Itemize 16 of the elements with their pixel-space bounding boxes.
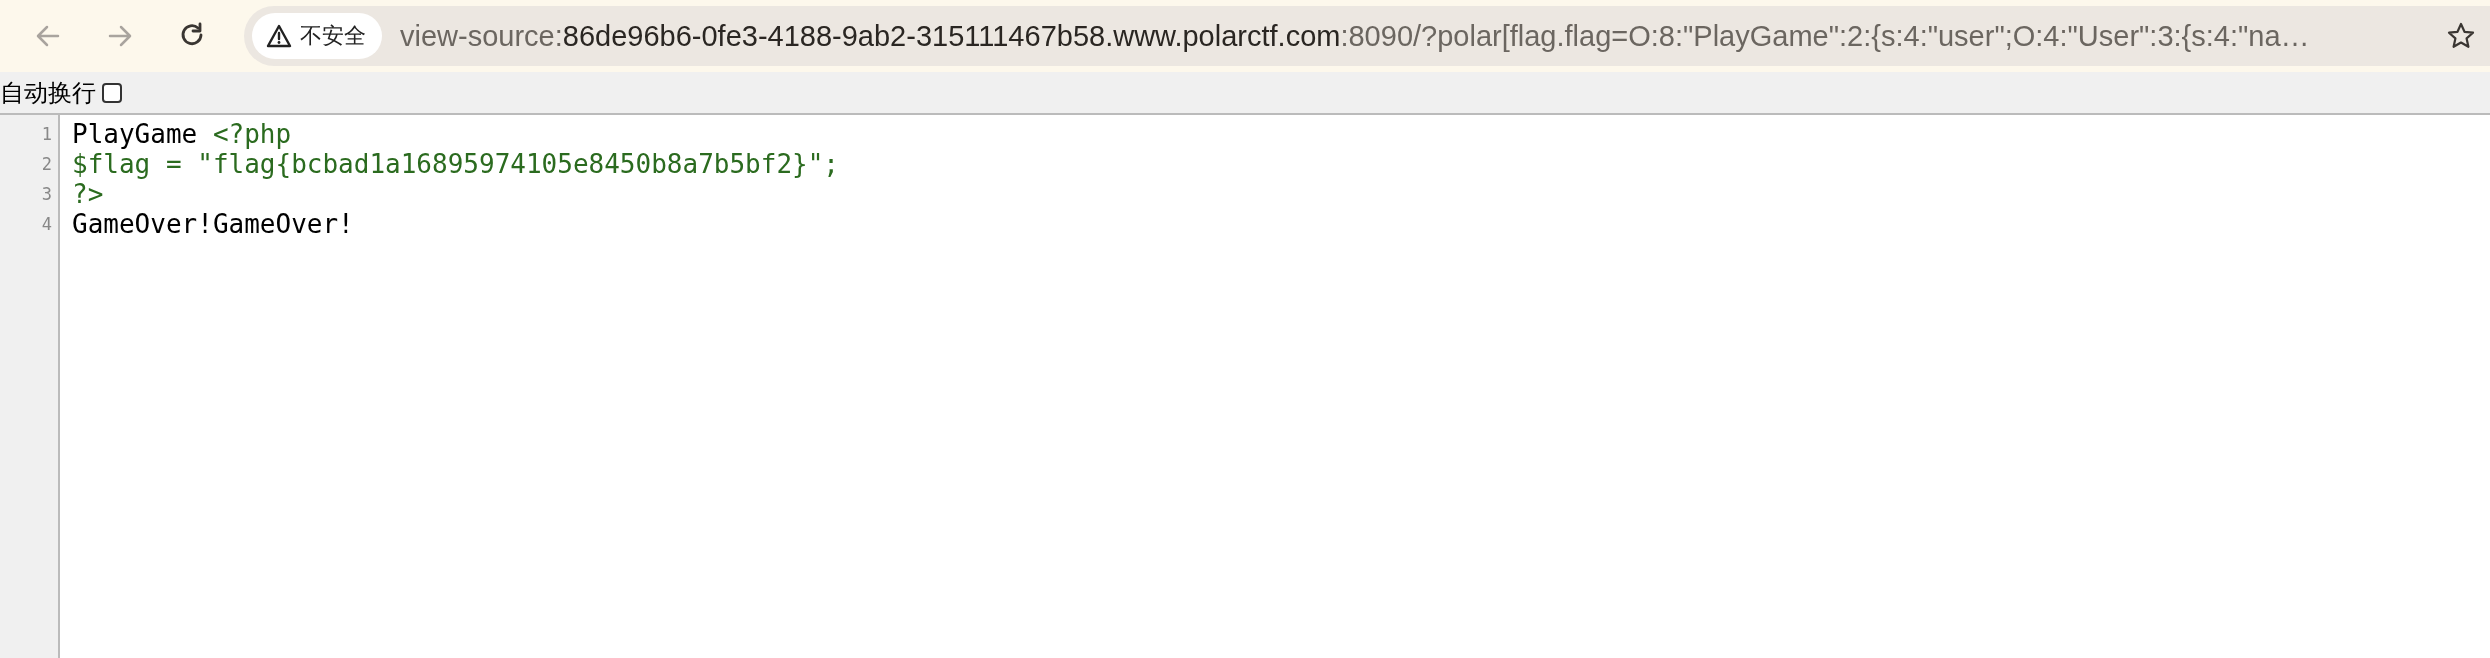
security-chip[interactable]: 不安全	[252, 13, 382, 59]
wrap-checkbox[interactable]	[102, 82, 122, 103]
code-line: $flag = "flag{bcbad1a16895974105e8450b8a7b5bf2}";	[72, 149, 839, 179]
code-line: ?>	[72, 179, 104, 209]
line-number: 4	[41, 214, 52, 234]
bookmark-star-icon[interactable]	[2446, 21, 2476, 51]
code-line: GameOver!GameOver!	[72, 209, 354, 239]
security-label: 不安全	[300, 22, 366, 50]
line-number: 1	[41, 124, 52, 144]
line-number: 3	[41, 184, 52, 204]
wrap-label: 自动换行	[0, 77, 96, 108]
code-line: PlayGame <?php	[72, 119, 292, 149]
warning-icon	[266, 24, 292, 48]
address-bar[interactable]: 不安全 view-source:86de96b6-0fe3-4188-9ab2-315111467b58.www.polarctf.com:8090/?polar[flag.flag=O:8:"PlayGame":2:{s:4:"user";O:4:"User":3:{s:4:"na…	[244, 6, 2490, 66]
line-number: 2	[41, 154, 52, 174]
url-text: view-source:86de96b6-0fe3-4188-9ab2-315111467b58.www.polarctf.com:8090/?polar[flag.flag=O:8:"PlayGame":2:{s:4:"user";O:4:"User":3:{s:4:"na…	[400, 19, 2311, 53]
